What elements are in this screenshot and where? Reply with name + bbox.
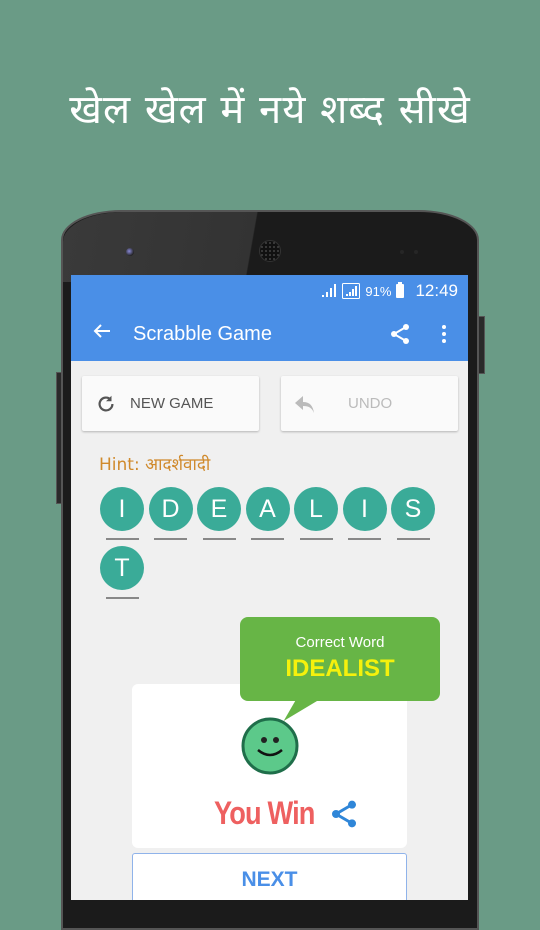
clock: 12:49 — [415, 281, 458, 300]
letter-tile[interactable]: S — [389, 487, 437, 540]
letter-tile[interactable]: L — [292, 487, 340, 540]
tile-underline — [154, 538, 187, 540]
letter-tile[interactable]: E — [195, 487, 243, 540]
refresh-icon — [98, 395, 114, 412]
you-win-text: You Win — [214, 795, 315, 831]
win-message: You Win — [214, 795, 360, 832]
tile-letter: I — [342, 487, 387, 531]
undo-label: UNDO — [348, 395, 393, 412]
status-bar: 91% 12:49 — [71, 275, 468, 307]
letter-tile[interactable]: D — [147, 487, 195, 540]
front-camera — [126, 248, 134, 256]
tile-underline — [396, 538, 430, 540]
tile-letter: T — [100, 546, 144, 590]
tile-underline — [251, 538, 284, 540]
more-vert-icon[interactable] — [434, 325, 454, 343]
share-icon[interactable] — [388, 322, 412, 346]
tile-letter: L — [294, 487, 338, 531]
tile-underline — [105, 538, 139, 540]
arrow-left-icon — [93, 324, 110, 338]
signal-icon — [322, 284, 337, 297]
letter-tiles: IDEALIST — [98, 487, 458, 599]
tile-underline — [348, 538, 381, 540]
signal-box-icon — [342, 283, 361, 299]
new-game-label: NEW GAME — [130, 395, 214, 412]
tile-letter: E — [197, 487, 241, 531]
undo-icon — [295, 395, 314, 413]
undo-button[interactable]: UNDO — [281, 376, 458, 431]
battery-icon — [396, 282, 405, 298]
letter-tile[interactable]: T — [98, 546, 146, 599]
promo-headline: खेल खेल में नये शब्द सीखे — [69, 87, 471, 133]
earpiece-speaker — [259, 240, 281, 262]
hint-text: Hint: आदर्शवादी — [99, 455, 211, 475]
letter-tile[interactable]: A — [244, 487, 292, 540]
correct-word-bubble: Correct Word IDEALIST — [240, 617, 440, 701]
app-bar: Scrabble Game — [71, 307, 468, 361]
light-sensor — [414, 250, 418, 254]
app-title: Scrabble Game — [133, 322, 272, 345]
phone-power-button — [478, 316, 485, 374]
tile-underline — [105, 597, 139, 599]
bubble-title: Correct Word — [295, 634, 385, 651]
tile-underline — [202, 538, 236, 540]
phone-screen: 91% 12:49 Scrabble Game NEW GAME UNDO Hi… — [71, 275, 468, 900]
tile-underline — [299, 538, 333, 540]
back-button[interactable] — [71, 321, 133, 347]
next-button[interactable]: NEXT — [132, 853, 407, 900]
smiley-icon — [241, 717, 299, 775]
tile-letter: D — [148, 487, 193, 531]
proximity-sensor — [400, 250, 404, 254]
letter-tile[interactable]: I — [98, 487, 146, 540]
correct-word: IDEALIST — [285, 655, 395, 682]
letter-tile[interactable]: I — [341, 487, 389, 540]
battery-percent: 91% — [365, 283, 392, 299]
tile-letter: I — [100, 487, 144, 531]
new-game-button[interactable]: NEW GAME — [82, 376, 259, 431]
tile-letter: A — [245, 487, 290, 531]
share-result-icon[interactable] — [328, 798, 360, 830]
tile-letter: S — [391, 487, 435, 531]
